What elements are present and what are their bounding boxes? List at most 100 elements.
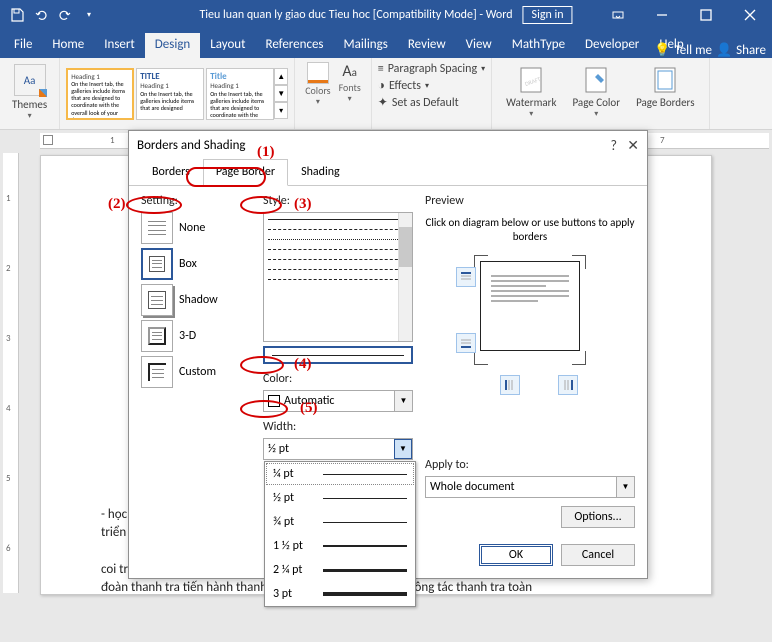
undo-icon[interactable]: [30, 4, 52, 26]
chevron-down-icon[interactable]: ▼: [616, 477, 634, 497]
tab-developer[interactable]: Developer: [575, 33, 649, 58]
page-color-icon: [580, 64, 612, 96]
minimize-icon[interactable]: [640, 0, 684, 30]
chevron-down-icon[interactable]: ▼: [394, 439, 412, 459]
options-button[interactable]: Options...: [561, 506, 635, 528]
themes-label: Themes: [12, 98, 47, 111]
auto-color-swatch-icon: [268, 395, 280, 407]
tab-references[interactable]: References: [256, 33, 334, 58]
page-borders-button[interactable]: Page Borders: [628, 62, 702, 125]
apply-to-dropdown[interactable]: Whole document ▼: [425, 476, 635, 498]
tab-mathtype[interactable]: MathType: [502, 33, 575, 58]
cancel-button[interactable]: Cancel: [561, 544, 635, 566]
watermark-button[interactable]: DRAFTWatermark▾: [498, 62, 564, 125]
tab-layout[interactable]: Layout: [200, 33, 255, 58]
ok-button[interactable]: OK: [479, 544, 553, 566]
width-option[interactable]: ½ pt: [265, 486, 415, 510]
dialog-tabs: Borders Page Border Shading: [129, 159, 647, 186]
width-option[interactable]: ¼ pt: [265, 462, 415, 486]
window-title: Tieu luan quan ly giao duc Tieu hoc [Com…: [199, 6, 572, 24]
chevron-down-icon[interactable]: ▼: [394, 391, 412, 411]
apply-to-label: Apply to:: [425, 458, 635, 472]
border-left-button[interactable]: [500, 375, 520, 395]
colors-button[interactable]: Colors▾: [301, 62, 334, 125]
setting-shadow[interactable]: Shadow: [141, 284, 251, 316]
width-option[interactable]: ¾ pt: [265, 510, 415, 534]
share-icon: 👤: [716, 43, 732, 58]
ribbon-body: Aa Themes ▾ Heading 1On the Insert tab, …: [0, 58, 772, 130]
tab-mailings[interactable]: Mailings: [334, 33, 398, 58]
document-formatting-gallery[interactable]: Heading 1On the Insert tab, the gallerie…: [66, 68, 274, 120]
save-icon[interactable]: [6, 4, 28, 26]
tell-me-button[interactable]: 💡Tell me: [654, 43, 712, 58]
doc-format-item[interactable]: TITLEHeading 1On the Insert tab, the gal…: [136, 68, 204, 120]
set-default-icon: ✦: [378, 95, 388, 110]
paragraph-spacing-button[interactable]: ≡Paragraph Spacing ▾: [378, 62, 485, 76]
doc-format-item[interactable]: TitleHeading 1On the Insert tab, the gal…: [206, 68, 274, 120]
borders-shading-dialog: Borders and Shading ? ✕ Borders Page Bor…: [128, 130, 648, 579]
qat-customize-icon[interactable]: ▾: [78, 4, 100, 26]
sign-in-button[interactable]: Sign in: [523, 6, 573, 24]
color-dropdown[interactable]: Automatic ▼: [263, 390, 413, 412]
setting-3d[interactable]: 3-D: [141, 320, 251, 352]
doc-format-item[interactable]: Heading 1On the Insert tab, the gallerie…: [66, 68, 134, 120]
border-right-button[interactable]: [558, 375, 578, 395]
style-listbox[interactable]: [263, 212, 413, 342]
themes-icon: Aa: [14, 64, 46, 96]
tab-review[interactable]: Review: [398, 33, 456, 58]
width-option[interactable]: 1 ½ pt: [265, 534, 415, 558]
tab-insert[interactable]: Insert: [94, 33, 145, 58]
set-default-button[interactable]: ✦Set as Default: [378, 95, 485, 110]
dialog-title-bar[interactable]: Borders and Shading ? ✕: [129, 131, 647, 159]
gallery-scroll-up-icon[interactable]: ▲: [274, 68, 288, 85]
preview-diagram[interactable]: [450, 255, 610, 365]
page-color-button[interactable]: Page Color▾: [564, 62, 628, 125]
preview-hint: Click on diagram below or use buttons to…: [425, 216, 635, 245]
tab-design[interactable]: Design: [145, 33, 200, 58]
lightbulb-icon: 💡: [654, 43, 670, 58]
effects-icon: ◑: [378, 78, 385, 93]
border-bottom-button[interactable]: [456, 333, 476, 353]
redo-icon[interactable]: [54, 4, 76, 26]
colors-icon: [307, 62, 329, 84]
tab-selector-icon[interactable]: [43, 135, 53, 145]
dialog-tab-page-border[interactable]: Page Border: [203, 159, 288, 186]
width-option[interactable]: 2 ¼ pt: [265, 558, 415, 582]
setting-custom[interactable]: Custom: [141, 356, 251, 388]
border-top-button[interactable]: [456, 267, 476, 287]
dialog-tab-shading[interactable]: Shading: [288, 159, 353, 185]
maximize-icon[interactable]: [684, 0, 728, 30]
preview-label: Preview: [425, 194, 635, 208]
ribbon-tabs: File Home Insert Design Layout Reference…: [0, 30, 772, 58]
width-dropdown[interactable]: ½ pt ▼ ¼ pt ½ pt ¾ pt 1 ½ pt 2 ¼ pt 3 pt: [263, 438, 413, 460]
width-label: Width:: [263, 420, 413, 434]
close-icon[interactable]: [728, 0, 772, 30]
style-scrollbar[interactable]: [398, 213, 412, 341]
color-label: Color:: [263, 372, 413, 386]
dialog-close-icon[interactable]: ✕: [627, 137, 639, 154]
dialog-help-icon[interactable]: ?: [611, 137, 618, 154]
gallery-more-icon[interactable]: ▾: [274, 102, 288, 119]
tab-view[interactable]: View: [456, 33, 502, 58]
title-bar: ▾ Tieu luan quan ly giao duc Tieu hoc [C…: [0, 0, 772, 30]
tab-home[interactable]: Home: [42, 33, 94, 58]
tab-file[interactable]: File: [4, 33, 42, 58]
setting-label: Setting:: [141, 194, 251, 208]
share-button[interactable]: 👤Share: [716, 43, 766, 58]
width-option[interactable]: 3 pt: [265, 582, 415, 606]
page-borders-icon: [649, 64, 681, 96]
setting-box[interactable]: Box: [141, 248, 251, 280]
themes-button[interactable]: Aa Themes ▾: [6, 62, 53, 123]
vertical-ruler[interactable]: 1 2 3 4 5 6: [3, 153, 19, 593]
dialog-tab-borders[interactable]: Borders: [139, 159, 203, 185]
watermark-icon: DRAFT: [515, 64, 547, 96]
ribbon-options-icon[interactable]: [596, 0, 640, 30]
width-dropdown-menu: ¼ pt ½ pt ¾ pt 1 ½ pt 2 ¼ pt 3 pt: [264, 461, 416, 607]
fonts-icon: Aa: [342, 62, 357, 81]
fonts-button[interactable]: AaFonts▾: [335, 62, 365, 125]
gallery-scroll-down-icon[interactable]: ▼: [274, 85, 288, 102]
effects-button[interactable]: ◑Effects ▾: [378, 78, 485, 93]
style-selected-preview: [263, 346, 413, 364]
para-spacing-icon: ≡: [378, 62, 384, 76]
setting-none[interactable]: None: [141, 212, 251, 244]
